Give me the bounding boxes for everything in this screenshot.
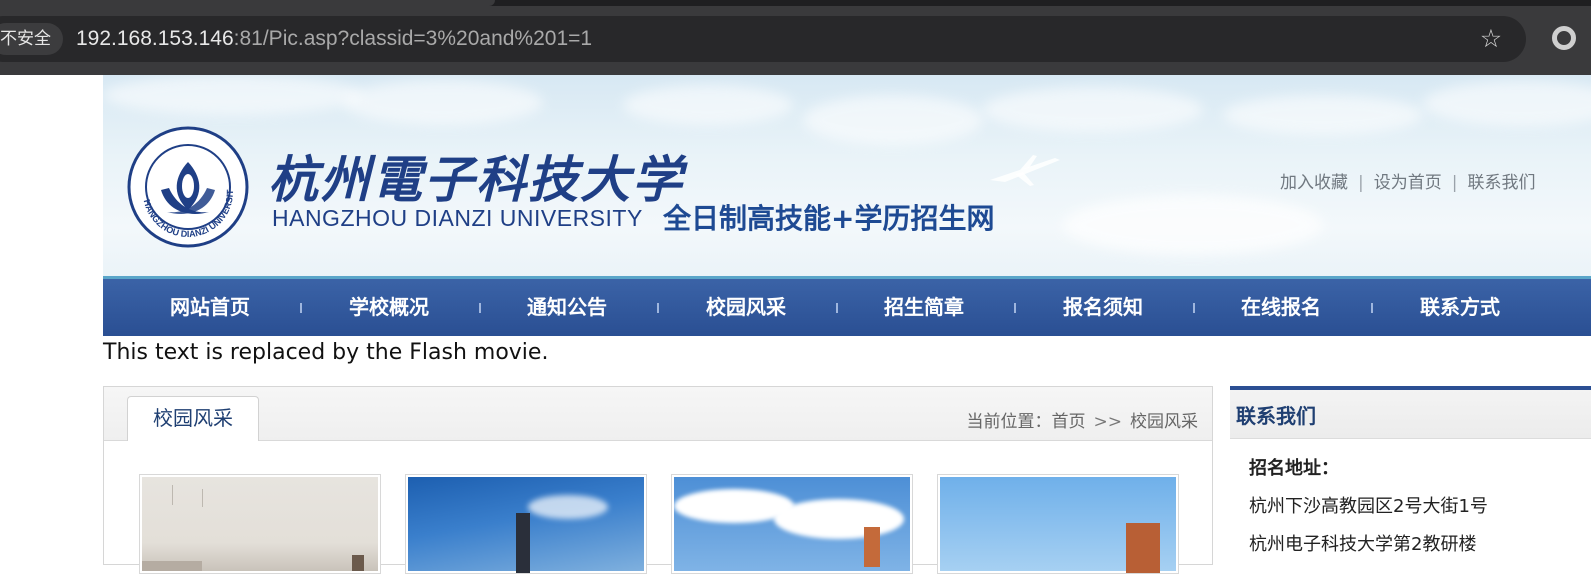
star-icon[interactable]: ☆ <box>1477 25 1505 53</box>
nav-separator <box>1371 303 1373 313</box>
tab-strip-rest <box>498 0 1591 6</box>
flash-placeholder-text: This text is replaced by the Flash movie… <box>103 340 549 365</box>
campus-photo <box>408 477 644 573</box>
breadcrumb-separator: >> <box>1093 412 1123 432</box>
campus-gallery-panel: 校园风采 当前位置：首页 >> 校园风采 <box>103 386 1213 574</box>
nav-separator <box>836 303 838 313</box>
nav-item-about[interactable]: 学校概况 <box>349 279 429 336</box>
contact-us-link[interactable]: 联系我们 <box>1467 173 1535 193</box>
breadcrumb-current: 校园风采 <box>1130 412 1198 432</box>
set-homepage-link[interactable]: 设为首页 <box>1374 173 1442 193</box>
url-path: :81/Pic.asp?classid=3%20and%201=1 <box>233 27 593 50</box>
add-favorite-link[interactable]: 加入收藏 <box>1280 173 1348 193</box>
link-separator: | <box>1358 173 1364 193</box>
site-tagline: 全日制高技能+学历招生网 <box>663 202 995 235</box>
gallery-thumbnail[interactable] <box>405 474 647 574</box>
sidebar-header: 联系我们 <box>1230 390 1591 439</box>
logo-chinese-name: 杭州電子科技大学 <box>268 150 684 209</box>
nav-item-registration-notes[interactable]: 报名须知 <box>1063 279 1143 336</box>
address-label: 招名地址： <box>1249 458 1339 479</box>
nav-separator <box>479 303 481 313</box>
nav-item-campus[interactable]: 校园风采 <box>706 279 786 336</box>
breadcrumb: 当前位置：首页 >> 校园风采 <box>967 407 1199 432</box>
nav-item-admissions[interactable]: 招生简章 <box>884 279 964 336</box>
panel-header: 校园风采 当前位置：首页 >> 校园风采 <box>104 387 1212 441</box>
nav-item-home[interactable]: 网站首页 <box>170 279 250 336</box>
breadcrumb-prefix: 当前位置： <box>966 412 1052 432</box>
nav-item-online-registration[interactable]: 在线报名 <box>1241 279 1321 336</box>
tab-campus-gallery[interactable]: 校园风采 <box>127 396 259 441</box>
contact-sidebar: 联系我们 招名地址： 杭州下沙高教园区2号大街1号 杭州电子科技大学第2教研楼 <box>1230 386 1591 569</box>
campus-photo <box>142 477 378 571</box>
university-seal-icon: HANGZHOU DIANZI UNIVERSITY <box>127 126 249 248</box>
nav-separator <box>1193 303 1195 313</box>
header-links: 加入收藏 | 设为首页 | 联系我们 <box>1280 168 1535 193</box>
campus-photo <box>674 477 910 571</box>
url-text[interactable]: 192.168.153.146:81/Pic.asp?classid=3%20a… <box>76 24 592 54</box>
nav-item-contact[interactable]: 联系方式 <box>1420 279 1500 336</box>
nav-item-notices[interactable]: 通知公告 <box>527 279 607 336</box>
gallery-thumbnail[interactable] <box>139 474 381 574</box>
address-line: 杭州电子科技大学第2教研楼 <box>1249 534 1477 555</box>
extension-icon[interactable] <box>1552 26 1576 50</box>
gallery-thumbnail[interactable] <box>671 474 913 574</box>
url-host: 192.168.153.146 <box>76 27 234 50</box>
sidebar-title: 联系我们 <box>1236 404 1316 428</box>
campus-photo <box>940 477 1176 573</box>
link-separator: | <box>1451 173 1458 193</box>
nav-separator <box>300 303 302 313</box>
plane-icon <box>990 155 1060 186</box>
logo-english-name: HANGZHOU DIANZI UNIVERSITY <box>272 205 643 231</box>
security-badge[interactable]: 不安全 <box>0 23 63 55</box>
main-nav: 网站首页 学校概况 通知公告 校园风采 招生简章 报名须知 在线报名 联系方式 <box>103 279 1591 336</box>
address-line: 杭州下沙高教园区2号大街1号 <box>1249 496 1488 517</box>
breadcrumb-home-link[interactable]: 首页 <box>1052 412 1086 432</box>
gallery-thumbnail[interactable] <box>937 474 1179 574</box>
browser-toolbar: 不安全 192.168.153.146:81/Pic.asp?classid=3… <box>0 0 1591 75</box>
nav-separator <box>657 303 659 313</box>
nav-separator <box>1014 303 1016 313</box>
active-tab[interactable] <box>0 0 495 6</box>
